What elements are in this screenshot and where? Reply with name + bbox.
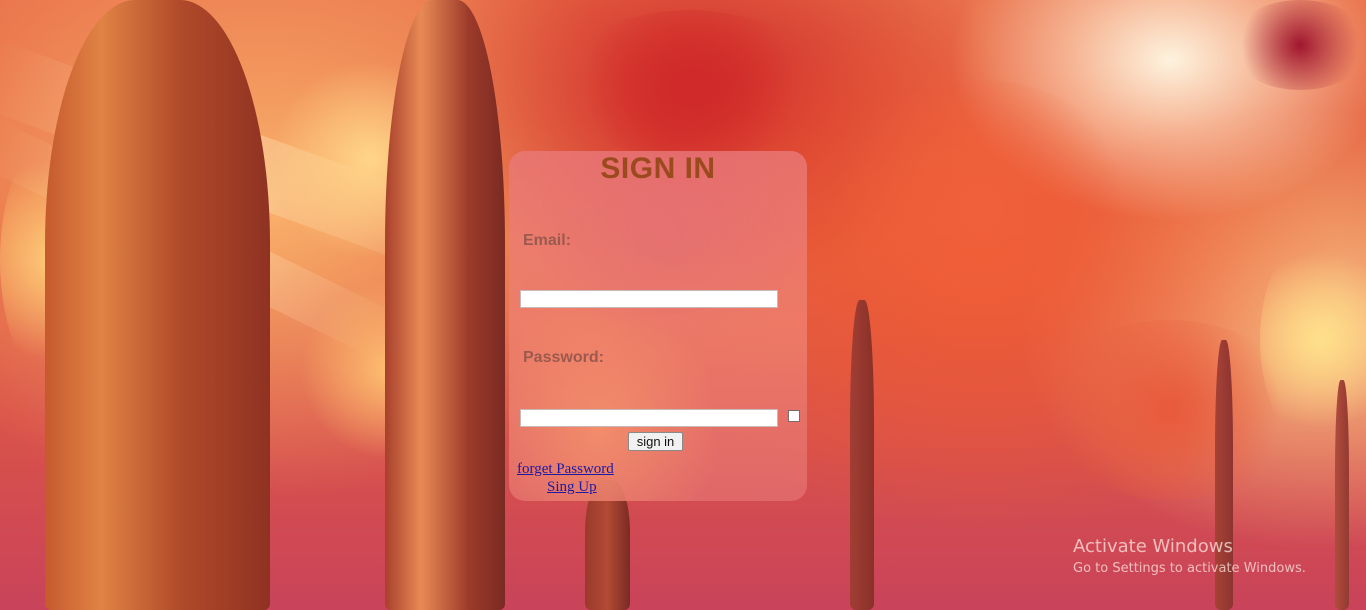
email-field[interactable] bbox=[520, 290, 778, 308]
tree-trunk bbox=[850, 300, 874, 610]
activate-windows-subtitle: Go to Settings to activate Windows. bbox=[1073, 561, 1306, 576]
password-label: Password: bbox=[523, 349, 604, 366]
signin-button[interactable]: sign in bbox=[628, 432, 683, 451]
tree-trunk bbox=[45, 0, 270, 610]
password-field[interactable] bbox=[520, 409, 778, 427]
show-password-checkbox[interactable] bbox=[788, 410, 800, 422]
foliage bbox=[820, 80, 1140, 340]
email-label: Email: bbox=[523, 232, 572, 249]
foliage bbox=[1040, 320, 1300, 500]
forgot-password-link[interactable]: forget Password bbox=[517, 461, 614, 478]
tree-trunk bbox=[1335, 380, 1349, 610]
activate-windows-title: Activate Windows bbox=[1073, 536, 1233, 557]
foliage bbox=[1230, 0, 1366, 90]
signin-title: SIGN IN bbox=[600, 152, 716, 185]
signup-link[interactable]: Sing Up bbox=[547, 479, 597, 496]
foliage bbox=[560, 10, 820, 160]
tree-trunk bbox=[385, 0, 505, 610]
